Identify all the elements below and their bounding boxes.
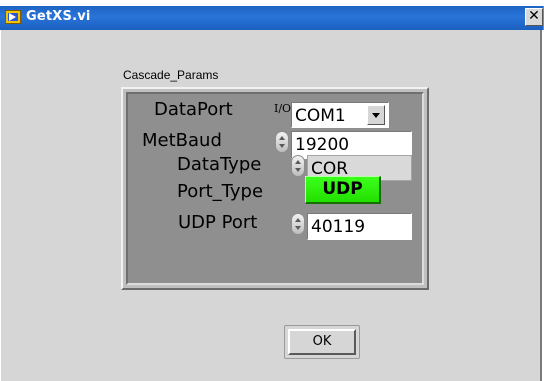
ok-button[interactable]: OK	[288, 329, 356, 355]
data-type-stepper[interactable]	[291, 155, 305, 177]
increment-icon	[295, 218, 301, 222]
increment-icon	[295, 160, 301, 164]
labview-vi-icon	[5, 10, 21, 24]
data-port-value: COM1	[295, 106, 346, 126]
udp-port-input[interactable]: 40119	[307, 213, 412, 240]
decrement-icon	[279, 144, 285, 148]
port-type-value: UDP	[322, 179, 363, 199]
title-bar[interactable]: GetXS.vi ✕	[0, 6, 544, 30]
met-baud-stepper[interactable]	[275, 131, 289, 153]
io-resource-glyph: I/O	[274, 102, 292, 115]
window-title: GetXS.vi	[26, 9, 91, 24]
port-type-indicator[interactable]: UDP	[305, 176, 381, 204]
udp-port-label: UDP Port	[178, 212, 258, 233]
decrement-icon	[295, 226, 301, 230]
close-button[interactable]: ✕	[525, 8, 543, 26]
data-type-label: DataType	[177, 154, 262, 175]
decrement-icon	[295, 168, 301, 172]
met-baud-value: 19200	[295, 135, 350, 155]
front-panel: Cascade_Params DataPort I/O COM1 MetBaud…	[0, 30, 542, 381]
close-icon: ✕	[528, 8, 540, 24]
udp-port-value: 40119	[311, 217, 366, 237]
vi-run-arrow-icon	[9, 13, 16, 21]
ok-button-label: OK	[312, 334, 332, 349]
io-resource-icon: I/O	[274, 102, 292, 115]
port-type-label: Port_Type	[177, 181, 264, 202]
cluster-label: Cascade_Params	[123, 68, 219, 82]
increment-icon	[279, 136, 285, 140]
chevron-down-icon[interactable]	[367, 105, 385, 125]
met-baud-label: MetBaud	[142, 130, 222, 151]
data-port-label: DataPort	[154, 99, 233, 120]
udp-port-stepper[interactable]	[291, 213, 305, 235]
getxs-window: GetXS.vi ✕ Cascade_Params DataPort I/O C…	[0, 0, 544, 381]
